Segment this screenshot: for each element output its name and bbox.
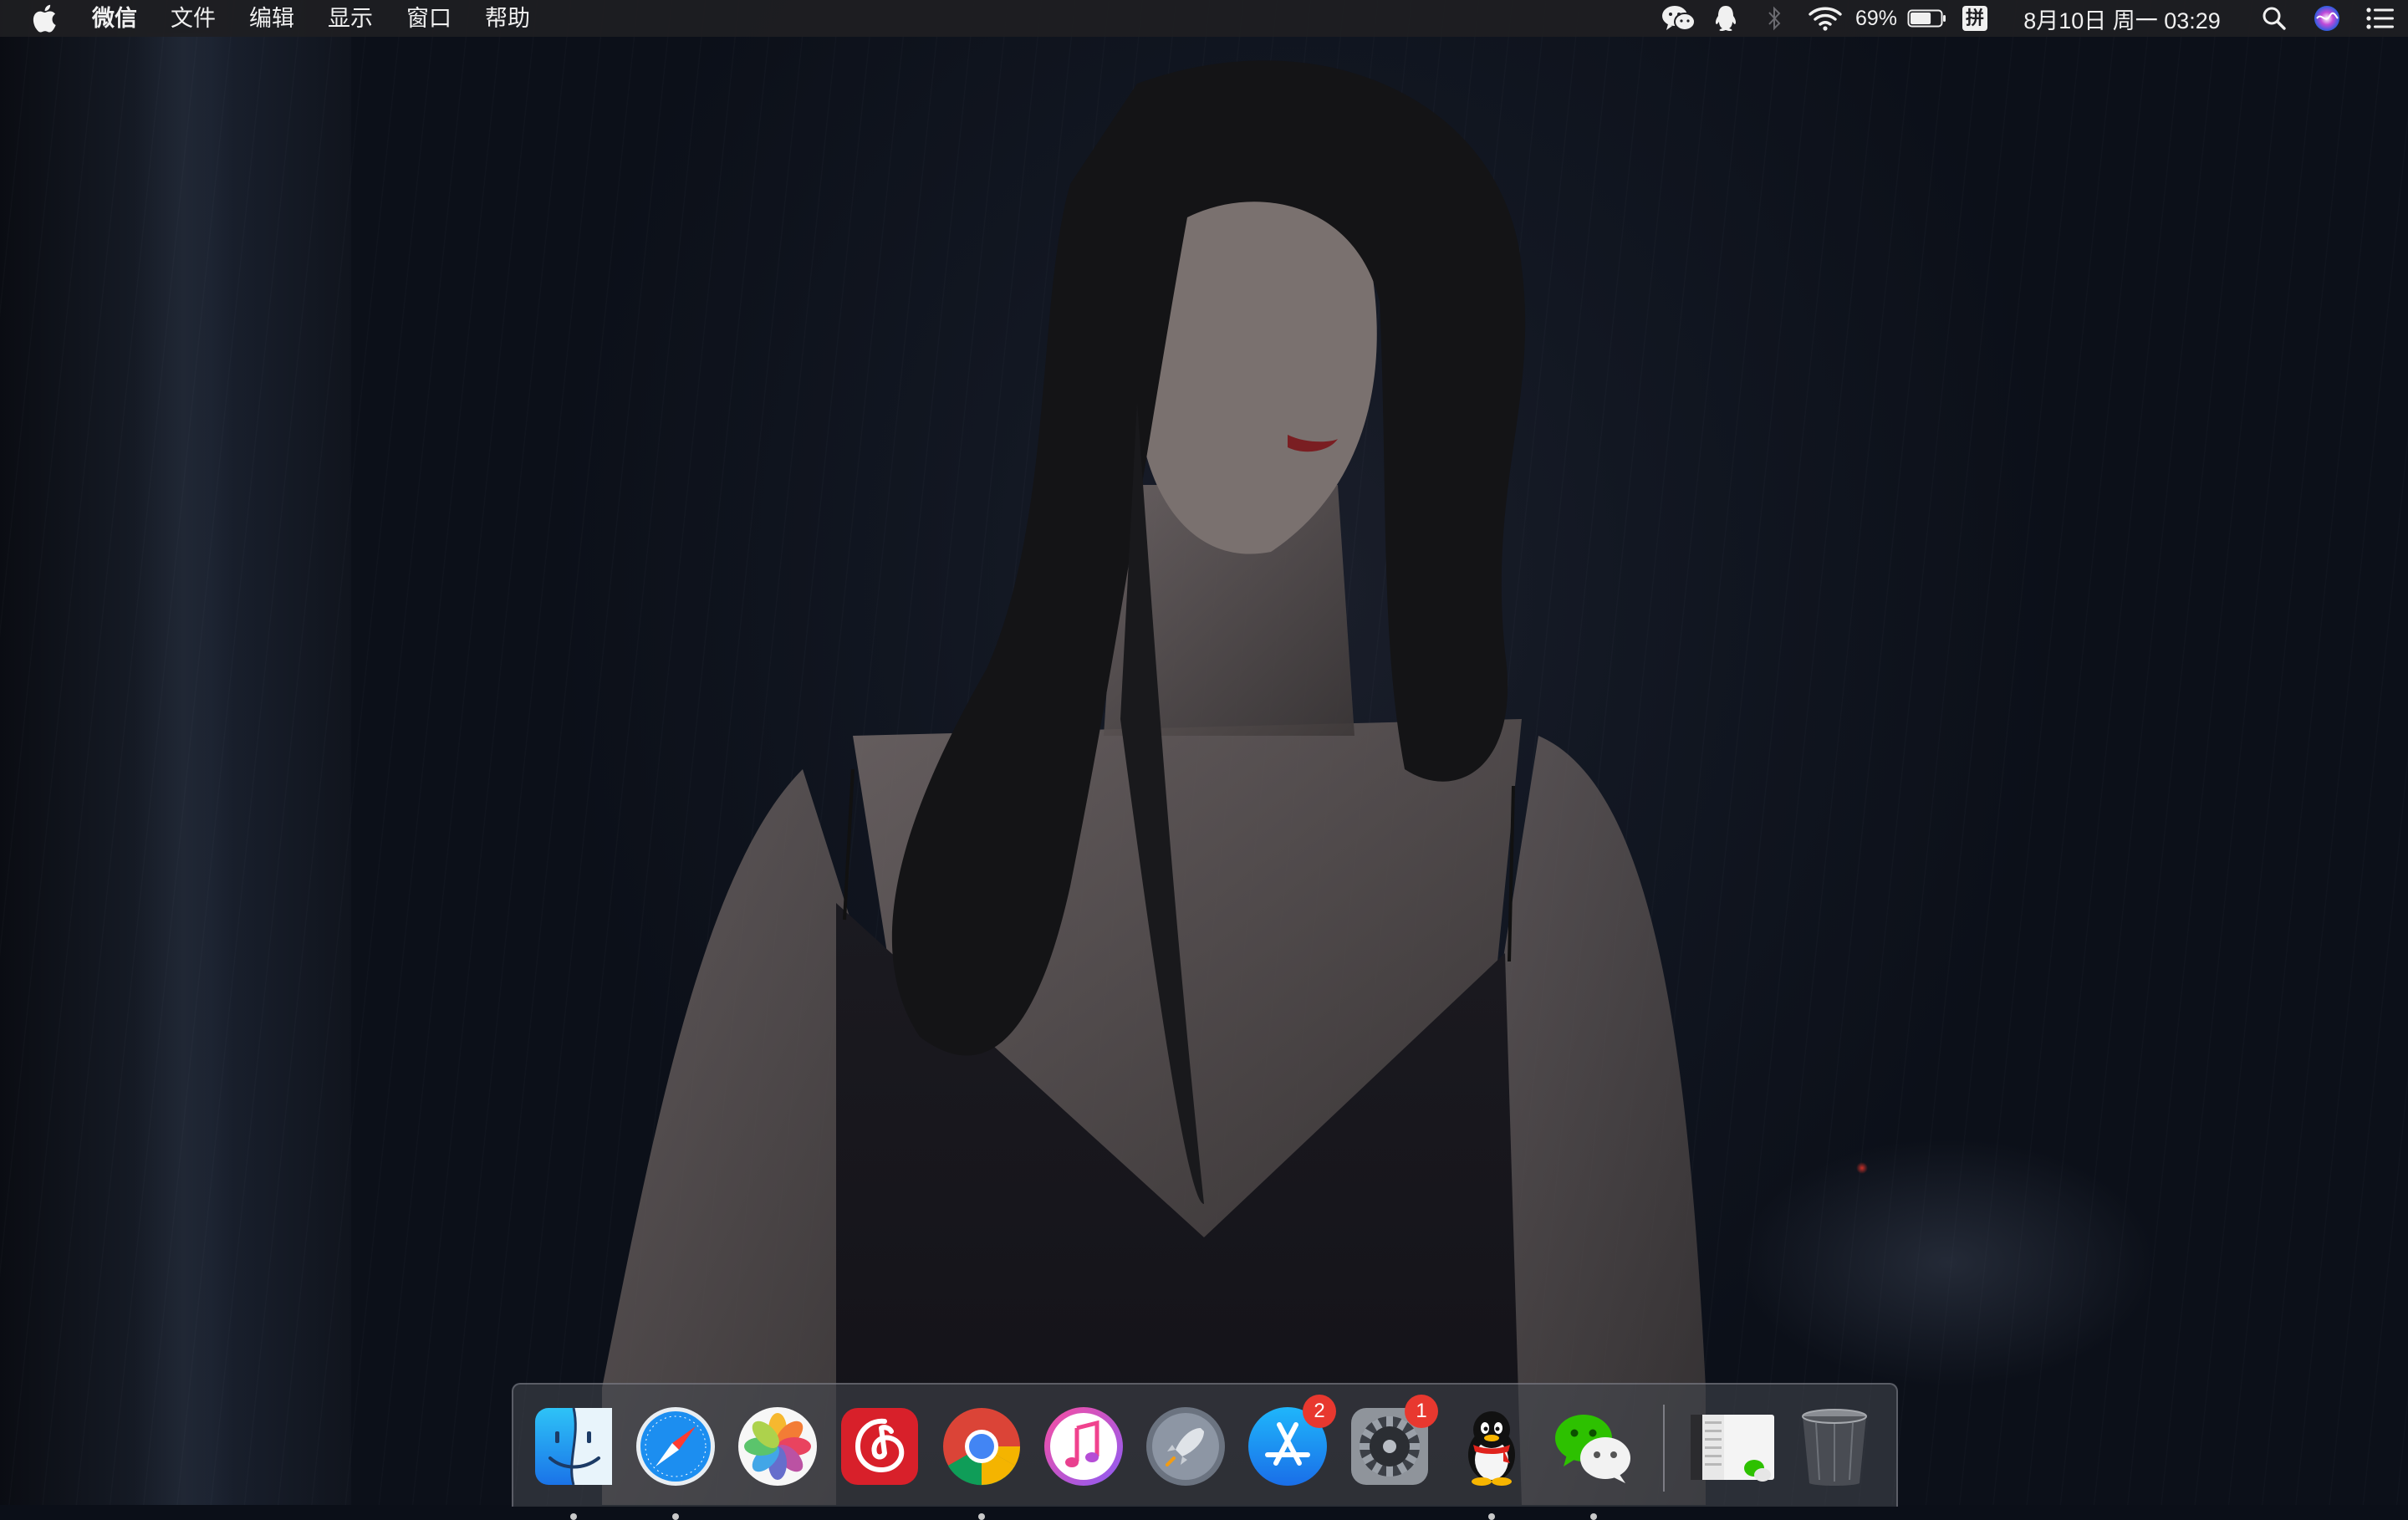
menu-window[interactable]: 窗口 xyxy=(406,0,452,37)
photos-icon xyxy=(738,1407,817,1486)
wallpaper-red-light xyxy=(1856,1162,1868,1174)
dock-netease-music[interactable] xyxy=(836,1403,923,1490)
itunes-icon xyxy=(1044,1407,1123,1486)
launchpad-icon xyxy=(1146,1407,1225,1486)
dock-finder[interactable] xyxy=(530,1403,617,1520)
wallpaper-city-glow xyxy=(1739,1137,2157,1388)
safari-icon xyxy=(636,1407,715,1486)
system-preferences-badge: 1 xyxy=(1405,1395,1438,1428)
running-indicator xyxy=(672,1513,679,1520)
menu-file[interactable]: 文件 xyxy=(171,0,216,37)
dock-system-preferences[interactable]: 1 xyxy=(1346,1395,1438,1490)
qq-penguin-icon xyxy=(1468,1411,1515,1486)
clock[interactable]: 8月10日 周一 03:29 xyxy=(1997,0,2247,37)
menu-edit[interactable]: 编辑 xyxy=(249,0,294,37)
running-indicator xyxy=(978,1513,985,1520)
dock: 2 1 xyxy=(512,1383,1898,1520)
wechat-icon xyxy=(1555,1415,1630,1483)
netease-music-icon xyxy=(841,1408,918,1485)
dock-minimized-wechat-window[interactable] xyxy=(1689,1403,1776,1490)
finder-icon xyxy=(535,1407,612,1486)
app-store-badge: 2 xyxy=(1303,1395,1336,1428)
dock-trash[interactable] xyxy=(1791,1403,1878,1490)
siri-icon[interactable] xyxy=(2301,0,2353,37)
menu-help[interactable]: 帮助 xyxy=(485,0,530,37)
menu-bar: 微信 文件 编辑 显示 窗口 帮助 69% 拼 8月10日 周一 03:29 xyxy=(0,0,2408,37)
dock-launchpad[interactable] xyxy=(1142,1403,1229,1490)
battery-icon[interactable] xyxy=(1901,0,1953,37)
battery-percent: 69% xyxy=(1854,6,1898,30)
desktop-wallpaper xyxy=(0,0,2408,1505)
running-indicator xyxy=(1590,1513,1597,1520)
dock-safari[interactable] xyxy=(632,1403,719,1520)
dock-app-store[interactable]: 2 xyxy=(1244,1395,1336,1490)
apple-menu-icon[interactable] xyxy=(32,3,60,33)
wifi-icon[interactable] xyxy=(1799,0,1851,37)
running-indicator xyxy=(1488,1513,1495,1520)
dock-qq[interactable] xyxy=(1448,1403,1535,1520)
dock-chrome[interactable] xyxy=(938,1403,1025,1520)
qq-status-icon[interactable] xyxy=(1702,0,1749,37)
window-thumbnail-icon xyxy=(1691,1415,1774,1482)
notification-center-icon[interactable] xyxy=(2353,0,2408,37)
bluetooth-icon[interactable] xyxy=(1749,0,1799,37)
running-indicator xyxy=(570,1513,577,1520)
dock-photos[interactable] xyxy=(734,1403,821,1490)
wechat-status-icon[interactable] xyxy=(1656,0,1702,37)
search-icon[interactable] xyxy=(2247,0,2301,37)
trash-icon xyxy=(1802,1409,1867,1486)
wallpaper-figure xyxy=(602,60,1706,1505)
menu-app-name[interactable]: 微信 xyxy=(92,0,137,37)
dock-wechat[interactable] xyxy=(1550,1403,1637,1520)
menu-view[interactable]: 显示 xyxy=(328,0,373,37)
input-method-icon[interactable]: 拼 xyxy=(1953,0,1997,37)
input-method-label: 拼 xyxy=(1962,6,1987,31)
dock-itunes[interactable] xyxy=(1040,1403,1127,1490)
dock-separator xyxy=(1663,1405,1665,1492)
chrome-icon xyxy=(943,1408,1021,1486)
